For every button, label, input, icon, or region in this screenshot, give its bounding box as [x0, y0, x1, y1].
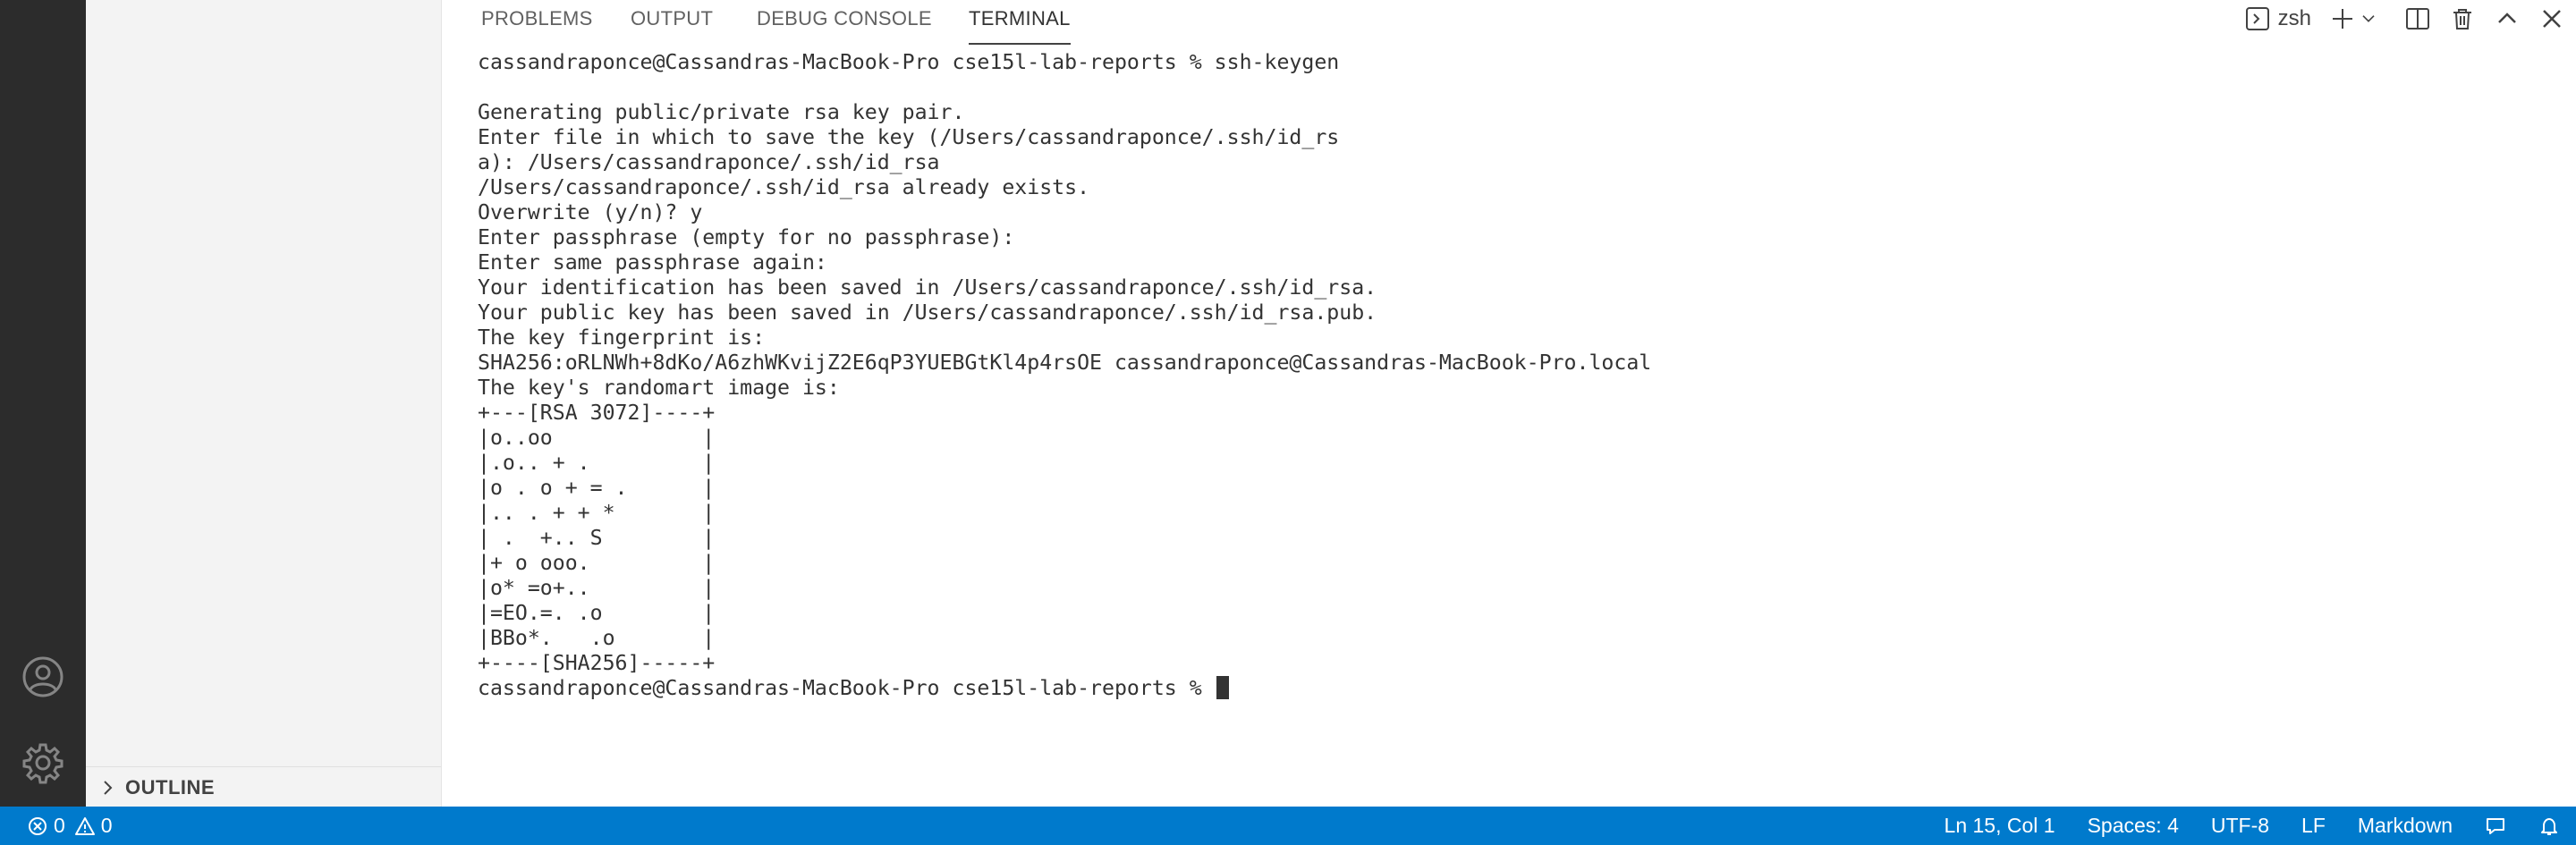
- maximize-panel-button[interactable]: [2494, 5, 2521, 32]
- terminal-line: +----[SHA256]-----+: [478, 651, 716, 675]
- terminal-line: Your public key has been saved in /Users…: [478, 300, 1377, 325]
- terminal-line: The key fingerprint is:: [478, 325, 766, 350]
- activity-bar: [0, 0, 86, 807]
- terminal-output[interactable]: cassandraponce@Cassandras-MacBook-Pro cs…: [478, 50, 2540, 701]
- shell-name: zsh: [2277, 6, 2311, 30]
- cursor-position[interactable]: Ln 15, Col 1: [1945, 814, 2055, 838]
- status-bar: 0 0 Ln 15, Col 1 Spaces: 4 UTF-8 LF Mark…: [0, 807, 2576, 845]
- terminal-line: |BBo*. .o |: [478, 626, 716, 650]
- terminal-icon: [2245, 7, 2269, 30]
- tab-debug-console[interactable]: DEBUG CONSOLE: [757, 0, 932, 43]
- chevron-right-icon: [104, 780, 113, 795]
- chevron-down-icon[interactable]: [2360, 10, 2377, 28]
- settings-gear-icon[interactable]: [21, 741, 64, 784]
- terminal-prompt-line[interactable]: cassandraponce@Cassandras-MacBook-Pro cs…: [478, 676, 2540, 701]
- terminal-line: Overwrite (y/n)? y: [478, 200, 703, 224]
- terminal-line: | . +.. S |: [478, 526, 716, 550]
- terminal-line: /Users/cassandraponce/.ssh/id_rsa alread…: [478, 175, 1090, 199]
- notifications-button[interactable]: [2538, 815, 2560, 837]
- terminal-line: |.o.. + . |: [478, 451, 716, 475]
- tab-terminal[interactable]: TERMINAL: [969, 0, 1071, 45]
- account-icon[interactable]: [21, 655, 64, 698]
- tab-problems[interactable]: PROBLEMS: [481, 0, 593, 43]
- warning-count: 0: [100, 814, 113, 837]
- end-of-line[interactable]: LF: [2301, 814, 2326, 838]
- terminal-line: Generating public/private rsa key pair.: [478, 100, 965, 124]
- terminal-line: |+ o ooo. |: [478, 551, 716, 575]
- new-terminal-button[interactable]: [2329, 5, 2377, 32]
- encoding[interactable]: UTF-8: [2211, 814, 2269, 838]
- terminal-line: The key's randomart image is:: [478, 376, 840, 400]
- close-icon: [2543, 10, 2561, 28]
- error-count: 0: [54, 814, 65, 837]
- terminal-prompt: cassandraponce@Cassandras-MacBook-Pro cs…: [478, 676, 1215, 700]
- terminal-line: |o..oo |: [478, 426, 716, 450]
- kill-terminal-button[interactable]: [2449, 5, 2476, 32]
- terminal-shell-selector[interactable]: zsh: [2244, 5, 2311, 32]
- sidebar: OUTLINE: [86, 0, 442, 807]
- problems-status[interactable]: 0 0: [27, 814, 122, 838]
- outline-label: OUTLINE: [125, 775, 216, 799]
- terminal-line: |o* =o+.. |: [478, 576, 716, 600]
- error-icon: [29, 816, 47, 835]
- feedback-button[interactable]: [2485, 815, 2506, 837]
- trash-icon: [2453, 9, 2471, 30]
- indentation[interactable]: Spaces: 4: [2088, 814, 2179, 838]
- language-mode[interactable]: Markdown: [2358, 814, 2453, 838]
- panel-tabs: PROBLEMS OUTPUT DEBUG CONSOLE TERMINAL z…: [442, 0, 2576, 45]
- split-icon: [2406, 8, 2429, 30]
- plus-icon: [2333, 9, 2352, 29]
- terminal-line: |o . o + = . |: [478, 476, 716, 500]
- terminal-cursor: [1216, 676, 1229, 699]
- terminal-line: |.. . + + * |: [478, 501, 716, 525]
- panel-actions: zsh: [2244, 0, 2576, 38]
- terminal-line: a): /Users/cassandraponce/.ssh/id_rsa: [478, 150, 940, 174]
- warning-icon: [74, 816, 95, 835]
- chevron-up-icon: [2498, 13, 2516, 23]
- terminal-line: Your identification has been saved in /U…: [478, 275, 1377, 300]
- terminal-line: Enter passphrase (empty for no passphras…: [478, 225, 1015, 249]
- bell-icon: [2541, 817, 2557, 835]
- terminal-line: +---[RSA 3072]----+: [478, 401, 716, 425]
- terminal-line: Enter file in which to save the key (/Us…: [478, 125, 1340, 149]
- split-terminal-button[interactable]: [2404, 5, 2431, 32]
- feedback-icon: [2487, 817, 2504, 834]
- terminal-line: SHA256:oRLNWh+8dKo/A6zhWKvijZ2E6qP3YUEBG…: [478, 351, 1652, 375]
- terminal-line: |=EO.=. .o |: [478, 601, 716, 625]
- terminal-line: Enter same passphrase again:: [478, 250, 827, 275]
- panel: PROBLEMS OUTPUT DEBUG CONSOLE TERMINAL z…: [442, 0, 2576, 807]
- outline-section-header[interactable]: OUTLINE: [86, 766, 441, 807]
- terminal-line: cassandraponce@Cassandras-MacBook-Pro cs…: [478, 50, 1340, 74]
- tab-output[interactable]: OUTPUT: [631, 0, 713, 43]
- close-panel-button[interactable]: [2538, 5, 2565, 32]
